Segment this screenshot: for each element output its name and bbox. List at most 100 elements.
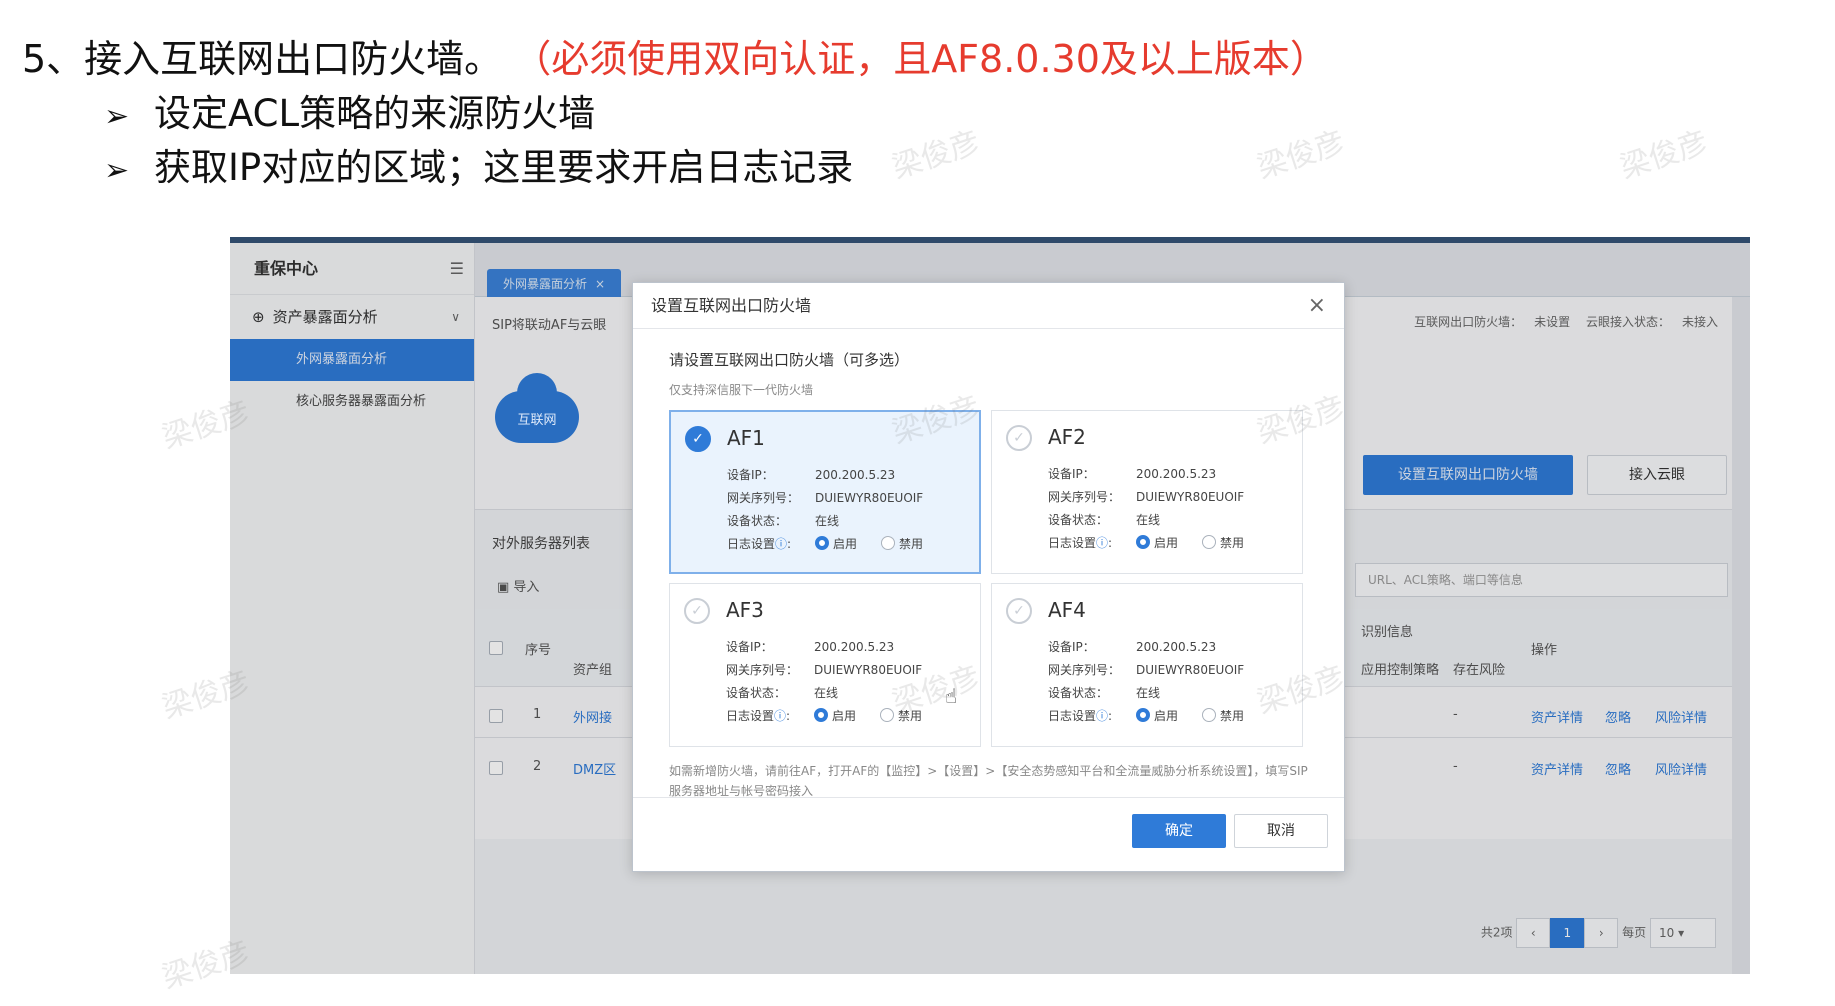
status-label: 设备状态：: [726, 686, 787, 700]
ip-label: 设备IP：: [726, 640, 773, 654]
device-ip-row: 设备IP： 200.200.5.23: [1048, 638, 1216, 655]
cancel-button[interactable]: 取消: [1234, 814, 1328, 848]
disable-label: 禁用: [1220, 709, 1245, 723]
device-status: 在线: [1136, 686, 1161, 700]
info-icon[interactable]: ⓘ: [775, 537, 787, 551]
status-label: 设备状态：: [727, 514, 788, 528]
serial-row: 网关序列号： DUIEWYR80EUOIF: [1048, 488, 1244, 505]
log-disable-radio[interactable]: [1202, 708, 1217, 722]
firewall-card-af4[interactable]: ✓ AF4 设备IP： 200.200.5.23 网关序列号： DUIEWYR80E…: [991, 583, 1303, 747]
slide-page: 5、接入互联网出口防火墙。 （必须使用双向认证，且AF8.0.30及以上版本） ➢…: [0, 0, 1835, 1006]
device-status: 在线: [815, 514, 840, 528]
firewall-name: AF2: [1048, 425, 1086, 449]
info-icon[interactable]: ⓘ: [774, 709, 786, 723]
check-icon[interactable]: ✓: [685, 426, 711, 452]
slide-title-note: （必须使用双向认证，且AF8.0.30及以上版本）: [532, 37, 1328, 81]
dialog-title: 设置互联网出口防火墙: [651, 296, 812, 315]
serial-label: 网关序列号：: [1048, 663, 1121, 677]
watermark: 梁俊彦: [887, 124, 985, 186]
gateway-serial: DUIEWYR80EUOIF: [1136, 663, 1245, 677]
serial-row: 网关序列号： DUIEWYR80EUOIF: [727, 489, 923, 506]
log-disable-radio[interactable]: [880, 708, 895, 722]
device-ip: 200.200.5.23: [1136, 640, 1217, 654]
status-row: 设备状态： 在线: [1048, 684, 1160, 701]
log-label: 日志设置: [1048, 709, 1097, 723]
dialog-subtitle: 请设置互联网出口防火墙（可多选）: [669, 351, 910, 369]
status-label: 设备状态：: [1048, 686, 1109, 700]
hand-cursor-icon: ☝: [945, 684, 958, 708]
status-row: 设备状态： 在线: [727, 512, 839, 529]
disable-label: 禁用: [1220, 536, 1245, 550]
firewall-name: AF4: [1048, 598, 1086, 622]
ip-label: 设备IP：: [1048, 640, 1095, 654]
set-firewall-dialog: 设置互联网出口防火墙 × 请设置互联网出口防火墙（可多选） 仅支持深信服下一代防…: [632, 282, 1345, 872]
bullet-item: ➢ 设定ACL策略的来源防火墙: [104, 83, 595, 137]
slide-title-main: 5、接入互联网出口防火墙。: [22, 37, 503, 81]
serial-label: 网关序列号：: [727, 491, 800, 505]
enable-label: 启用: [832, 709, 857, 723]
firewall-name: AF1: [727, 426, 765, 450]
watermark: 梁俊彦: [1615, 124, 1713, 186]
serial-row: 网关序列号： DUIEWYR80EUOIF: [1048, 661, 1244, 678]
check-icon[interactable]: ✓: [1006, 425, 1032, 451]
ip-label: 设备IP：: [727, 468, 774, 482]
log-enable-radio[interactable]: [1136, 708, 1150, 722]
status-label: 设备状态：: [1048, 513, 1109, 527]
enable-label: 启用: [833, 537, 858, 551]
device-status: 在线: [814, 686, 839, 700]
enable-label: 启用: [1154, 536, 1179, 550]
dialog-footnote: 如需新增防火墙，请前往AF，打开AF的【监控】>【设置】>【安全态势感知平台和全…: [669, 764, 1308, 798]
cloud-label: 互联网: [517, 413, 557, 428]
close-icon[interactable]: ×: [1308, 283, 1326, 329]
gateway-serial: DUIEWYR80EUOIF: [814, 663, 923, 677]
dialog-footer: 确定 取消: [633, 797, 1344, 871]
log-label: 日志设置: [727, 537, 776, 551]
log-label: 日志设置: [1048, 536, 1097, 550]
device-ip-row: 设备IP： 200.200.5.23: [726, 638, 894, 655]
device-ip: 200.200.5.23: [1136, 467, 1217, 481]
arrow-bullet-icon: ➢: [104, 153, 130, 188]
firewall-card-af3[interactable]: ✓ AF3 设备IP： 200.200.5.23 网关序列号： DUIEWYR80E…: [669, 583, 981, 747]
check-icon[interactable]: ✓: [1006, 598, 1032, 624]
dialog-tip: 仅支持深信服下一代防火墙: [669, 383, 814, 397]
log-enable-radio[interactable]: [815, 536, 829, 550]
log-disable-radio[interactable]: [1202, 535, 1217, 549]
serial-label: 网关序列号：: [1048, 490, 1121, 504]
device-ip-row: 设备IP： 200.200.5.23: [1048, 465, 1216, 482]
firewall-name: AF3: [726, 598, 764, 622]
log-setting-row: 日志设置ⓘ: 启用 禁用: [1048, 535, 1245, 550]
log-enable-radio[interactable]: [814, 708, 828, 722]
info-icon[interactable]: ⓘ: [1096, 709, 1108, 723]
device-status: 在线: [1136, 513, 1161, 527]
log-label: 日志设置: [726, 709, 775, 723]
slide-title: 5、接入互联网出口防火墙。 （必须使用双向认证，且AF8.0.30及以上版本）: [22, 28, 1328, 83]
gateway-serial: DUIEWYR80EUOIF: [815, 491, 924, 505]
check-icon[interactable]: ✓: [684, 598, 710, 624]
log-setting-row: 日志设置ⓘ: 启用 禁用: [727, 536, 924, 551]
bullet-text: 获取IP对应的区域；这里要求开启日志记录: [154, 146, 854, 189]
serial-row: 网关序列号： DUIEWYR80EUOIF: [726, 661, 922, 678]
disable-label: 禁用: [899, 537, 924, 551]
info-icon[interactable]: ⓘ: [1096, 536, 1108, 550]
ip-label: 设备IP：: [1048, 467, 1095, 481]
status-row: 设备状态： 在线: [1048, 511, 1160, 528]
enable-label: 启用: [1154, 709, 1179, 723]
status-row: 设备状态： 在线: [726, 684, 838, 701]
log-disable-radio[interactable]: [881, 536, 896, 550]
serial-label: 网关序列号：: [726, 663, 799, 677]
device-ip: 200.200.5.23: [815, 468, 896, 482]
arrow-bullet-icon: ➢: [104, 99, 130, 134]
gateway-serial: DUIEWYR80EUOIF: [1136, 490, 1245, 504]
log-setting-row: 日志设置ⓘ: 启用 禁用: [726, 708, 923, 723]
confirm-button[interactable]: 确定: [1132, 814, 1226, 848]
firewall-card-af2[interactable]: ✓ AF2 设备IP： 200.200.5.23 网关序列号： DUIEWYR80E…: [991, 410, 1303, 574]
watermark: 梁俊彦: [1252, 124, 1350, 186]
dialog-header: 设置互联网出口防火墙 ×: [633, 283, 1344, 329]
device-ip: 200.200.5.23: [814, 640, 895, 654]
firewall-card-af1[interactable]: ✓ AF1 设备IP： 200.200.5.23 网关序列号： DUIEWYR80E…: [669, 410, 981, 574]
device-ip-row: 设备IP： 200.200.5.23: [727, 466, 895, 483]
log-enable-radio[interactable]: [1136, 535, 1150, 549]
bullet-item: ➢ 获取IP对应的区域；这里要求开启日志记录: [104, 137, 853, 191]
bullet-text: 设定ACL策略的来源防火墙: [154, 92, 596, 135]
log-setting-row: 日志设置ⓘ: 启用 禁用: [1048, 708, 1245, 723]
